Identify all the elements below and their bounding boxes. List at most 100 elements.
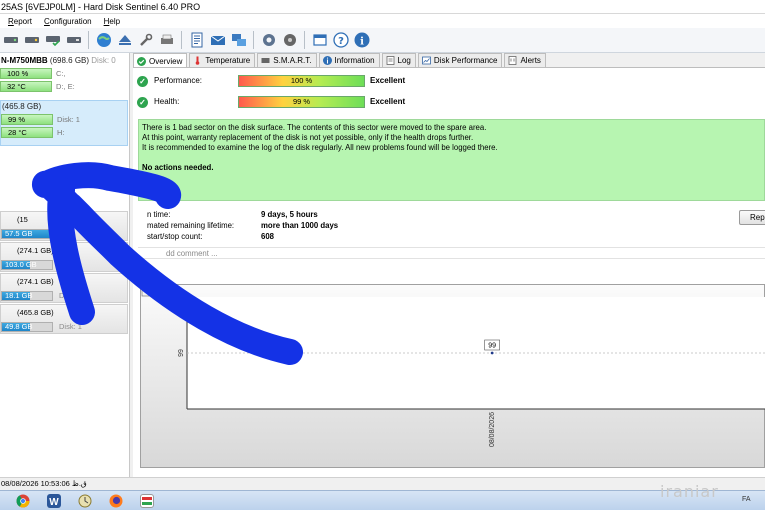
- remaining-lifetime-label: mated remaining lifetime:: [147, 221, 235, 230]
- performance-rating: Excellent: [370, 76, 406, 85]
- tab-log[interactable]: Log: [381, 53, 416, 67]
- tab-temperature[interactable]: Temperature: [189, 53, 256, 67]
- health-bar: 99 %: [238, 96, 365, 108]
- disk-entry-0[interactable]: N-M750MBB (698.6 GB) Disk: 0 100 % C:, 3…: [0, 55, 128, 93]
- volume-entry-0[interactable]: (15 57.5 GB: [0, 211, 128, 241]
- alert-icon: [508, 56, 517, 65]
- chart-canvas: 99 99 08/08/2026: [141, 285, 765, 447]
- performance-icon: [421, 56, 431, 65]
- status-bar: 08/08/2026 10:53:06 ق.ظ: [0, 477, 765, 490]
- volume-size: (465.8 GB): [17, 308, 54, 317]
- drive-letters: D:, E:: [56, 82, 75, 91]
- check-icon: ✓: [137, 75, 148, 87]
- tab-alerts[interactable]: Alerts: [504, 53, 546, 67]
- menu-help[interactable]: Help: [104, 17, 120, 26]
- disk-test-icon[interactable]: [65, 32, 82, 49]
- gear-icon[interactable]: [281, 32, 298, 49]
- data-label: 99: [488, 343, 496, 350]
- globe-icon[interactable]: [95, 32, 112, 49]
- disk-number: Disk: 0: [91, 56, 116, 65]
- health-bar: 100 %: [0, 68, 52, 79]
- x-tick-label: 08/08/2026: [489, 412, 496, 447]
- volume-used: 18.1 GB: [2, 292, 33, 300]
- message-line: It is recommended to examine the log of …: [142, 143, 498, 152]
- svg-text:i: i: [360, 37, 364, 48]
- performance-bar: 100 %: [238, 75, 365, 87]
- disk-model: N-M750MBB: [1, 56, 48, 65]
- tab-label: Disk Performance: [433, 56, 498, 65]
- disk-number: Disk: 1: [57, 115, 80, 124]
- tools-icon[interactable]: [137, 32, 154, 49]
- clock-icon[interactable]: [78, 494, 92, 508]
- settings-icon[interactable]: [260, 32, 277, 49]
- volume-used: 103.0 GB: [2, 261, 37, 269]
- volume-entry-3[interactable]: (465.8 GB) 49.8 GB Disk: 1: [0, 304, 128, 334]
- info-icon: [322, 56, 332, 65]
- message-line: At this point, warranty replacement of t…: [142, 133, 474, 142]
- volume-entry-1[interactable]: (274.1 GB) 103.0 GB: [0, 242, 128, 272]
- info-icon[interactable]: i: [353, 32, 370, 49]
- disk-temp-icon[interactable]: [23, 32, 40, 49]
- comment-input[interactable]: dd comment ...: [138, 247, 765, 259]
- chrome-icon[interactable]: [16, 494, 30, 508]
- performance-label: Performance:: [154, 76, 203, 85]
- disk-status-icon[interactable]: [2, 32, 19, 49]
- tab-strip: Overview Temperature S.M.A.R.T. Informat…: [133, 53, 765, 68]
- message-recommendation: No actions needed.: [142, 163, 214, 172]
- tab-disk-performance[interactable]: Disk Performance: [417, 53, 503, 67]
- print-icon[interactable]: [158, 32, 175, 49]
- window-icon[interactable]: [311, 32, 328, 49]
- tab-label: Temperature: [205, 56, 251, 65]
- volume-size: (15: [17, 215, 28, 224]
- temperature-bar: 32 °C: [0, 81, 52, 92]
- report-button[interactable]: Rep: [739, 210, 765, 225]
- menu-report[interactable]: Report: [8, 17, 32, 26]
- start-stop-count-value: 608: [261, 232, 275, 241]
- menu-bar: Report Configuration Help: [0, 14, 765, 28]
- message-line: There is 1 bad sector on the disk surfac…: [142, 123, 487, 132]
- volume-used: 57.5 GB: [2, 230, 50, 238]
- disk-entry-1[interactable]: (465.8 GB) 99 % Disk: 1 28 °C H:: [0, 100, 128, 146]
- menu-configuration[interactable]: Configuration: [44, 17, 92, 26]
- power-on-time-value: 9 days, 5 hours: [261, 210, 318, 219]
- network-icon[interactable]: [230, 32, 247, 49]
- watermark-text: iraniar: [660, 482, 719, 501]
- mail-icon[interactable]: [209, 32, 226, 49]
- eject-icon[interactable]: [116, 32, 133, 49]
- tab-smart[interactable]: S.M.A.R.T.: [257, 53, 317, 67]
- disk-ok-icon[interactable]: [44, 32, 61, 49]
- tab-label: Log: [397, 56, 411, 65]
- volume-entry-2[interactable]: (274.1 GB) 18.1 GB Di: [0, 273, 128, 303]
- disk-size: (698.6 GB): [49, 56, 90, 65]
- volume-size: (274.1 GB): [17, 246, 54, 255]
- smart-icon: [261, 56, 270, 65]
- performance-row: ✓ Performance: 100 % Excellent: [137, 74, 405, 88]
- health-rating: Excellent: [370, 97, 406, 106]
- health-history-chart: 99 99 08/08/2026: [140, 284, 765, 468]
- tab-information[interactable]: Information: [318, 53, 380, 67]
- word-icon[interactable]: W: [47, 494, 61, 508]
- report-icon[interactable]: [188, 32, 205, 49]
- data-point: [490, 351, 494, 355]
- volume-label: Disk: 1: [59, 322, 82, 331]
- temperature-bar: 28 °C: [1, 127, 53, 138]
- hds-icon[interactable]: [140, 494, 154, 508]
- power-on-time-label: n time:: [147, 210, 171, 219]
- status-message: There is 1 bad sector on the disk surfac…: [138, 119, 765, 201]
- volume-used: 49.8 GB: [2, 323, 33, 331]
- help-icon[interactable]: ?: [332, 32, 349, 49]
- volume-size: (274.1 GB): [17, 277, 54, 286]
- language-indicator[interactable]: FA: [742, 496, 751, 503]
- tab-label: S.M.A.R.T.: [273, 56, 312, 65]
- overview-panel: ✓ Performance: 100 % Excellent ✓ Health:…: [133, 67, 765, 477]
- remaining-lifetime-value: more than 1000 days: [261, 221, 339, 230]
- tab-overview[interactable]: Overview: [133, 53, 188, 68]
- chart-save-icon[interactable]: [141, 285, 154, 297]
- check-icon: [137, 56, 146, 66]
- firefox-icon[interactable]: [109, 494, 123, 508]
- health-row: ✓ Health: 99 % Excellent: [137, 95, 405, 109]
- volume-usage-bar: 18.1 GB: [1, 291, 53, 301]
- volume-label: Di: [59, 291, 67, 300]
- y-tick-label: 99: [178, 349, 185, 357]
- drive-letters: C:,: [56, 69, 66, 78]
